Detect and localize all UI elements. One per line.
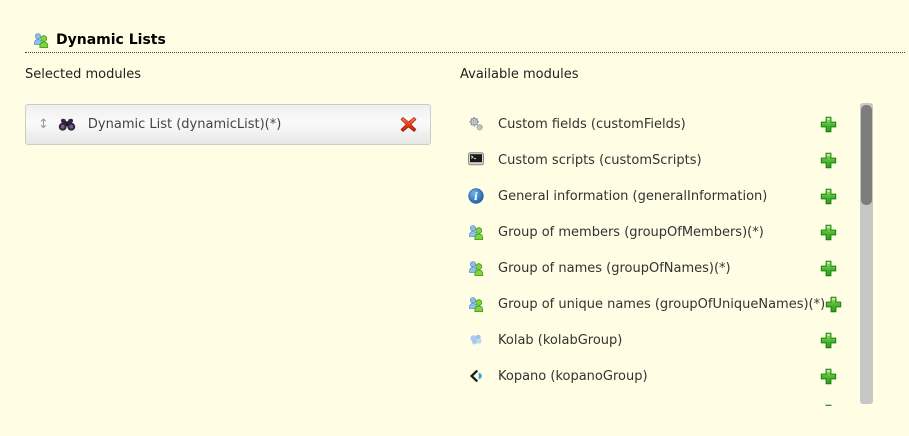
add-module-button[interactable] bbox=[820, 188, 837, 205]
available-modules-list: Custom fields (customFields) Custom scri… bbox=[460, 103, 850, 406]
info-icon: i bbox=[468, 188, 484, 204]
available-module-label: Group of names (groupOfNames)(*) bbox=[498, 261, 731, 276]
available-module-row: Group of unique names (groupOfUniqueName… bbox=[460, 286, 850, 322]
available-module-row: Kopano (kopanoGroup) bbox=[460, 358, 850, 394]
add-module-button[interactable] bbox=[820, 224, 837, 241]
drag-handle-icon[interactable]: ↕ bbox=[38, 118, 49, 131]
terminal-icon bbox=[468, 152, 484, 168]
add-module-button[interactable] bbox=[820, 260, 837, 277]
available-module-label: Kopano (kopanoGroup) bbox=[498, 369, 648, 384]
available-module-row bbox=[460, 394, 850, 406]
add-module-button[interactable] bbox=[820, 368, 837, 385]
scrollbar-thumb[interactable] bbox=[861, 105, 872, 205]
add-module-button[interactable] bbox=[820, 152, 837, 169]
add-module-button[interactable] bbox=[820, 404, 837, 407]
available-module-label: Group of unique names (groupOfUniqueName… bbox=[498, 297, 825, 312]
available-module-row: Kolab (kolabGroup) bbox=[460, 322, 850, 358]
available-module-row: Custom scripts (customScripts) bbox=[460, 142, 850, 178]
selected-module-label: Dynamic List (dynamicList)(*) bbox=[88, 117, 281, 132]
available-module-row: Custom fields (customFields) bbox=[460, 106, 850, 142]
available-module-row: Group of names (groupOfNames)(*) bbox=[460, 250, 850, 286]
available-module-label: Group of members (groupOfMembers)(*) bbox=[498, 225, 764, 240]
available-module-label: General information (generalInformation) bbox=[498, 189, 767, 204]
header-divider bbox=[25, 52, 905, 53]
available-modules-label: Available modules bbox=[460, 67, 578, 82]
scrollbar[interactable] bbox=[860, 103, 873, 404]
kolab-cloud-icon bbox=[468, 332, 484, 348]
group-icon bbox=[468, 260, 484, 276]
page-header: Dynamic Lists bbox=[25, 32, 166, 48]
gears-icon bbox=[468, 116, 484, 132]
group-icon bbox=[33, 32, 49, 48]
available-module-row: Group of members (groupOfMembers)(*) bbox=[460, 214, 850, 250]
module-selection-page: Dynamic Lists Selected modules ↕ Dynamic… bbox=[0, 0, 909, 436]
page-title: Dynamic Lists bbox=[56, 32, 166, 48]
add-module-button[interactable] bbox=[825, 296, 842, 313]
add-module-button[interactable] bbox=[820, 116, 837, 133]
binoculars-icon bbox=[58, 118, 76, 131]
available-module-label: Kolab (kolabGroup) bbox=[498, 333, 622, 348]
svg-text:i: i bbox=[474, 191, 478, 203]
add-module-button[interactable] bbox=[820, 332, 837, 349]
available-module-label: Custom fields (customFields) bbox=[498, 117, 686, 132]
available-module-row: i General information (generalInformatio… bbox=[460, 178, 850, 214]
group-icon bbox=[468, 296, 484, 312]
remove-button[interactable] bbox=[400, 116, 417, 133]
kopano-icon bbox=[468, 368, 484, 384]
group-icon bbox=[468, 224, 484, 240]
selected-module-row[interactable]: ↕ Dynamic List (dynamicList)(*) bbox=[25, 104, 431, 145]
available-module-label: Custom scripts (customScripts) bbox=[498, 153, 702, 168]
selected-modules-label: Selected modules bbox=[25, 67, 141, 82]
